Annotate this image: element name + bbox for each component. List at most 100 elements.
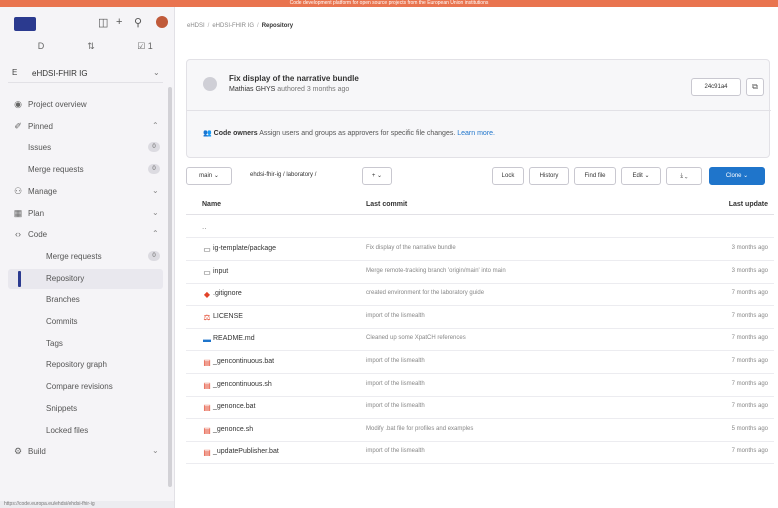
sidebar-item-project-overview[interactable]: ◉ Project overview <box>8 95 163 115</box>
table-row[interactable]: ◆ .gitignore created environment for the l… <box>186 283 774 307</box>
folder-icon: ▭ <box>203 267 211 277</box>
commit-message-link[interactable]: created environment for the laboratory g… <box>366 290 484 296</box>
sidebar-item-plan[interactable]: ▦ Plan ⌄ <box>8 204 163 224</box>
commit-message-link[interactable]: Cleaned up some XpatCH references <box>366 335 466 341</box>
sidebar-item-compare-revisions[interactable]: Compare revisions <box>8 377 163 397</box>
table-row[interactable]: ▭ input Merge remote-tracking branch 'orig… <box>186 261 774 284</box>
project-switcher[interactable]: E eHDSI-FHIR IG ⌄ <box>8 65 163 83</box>
sidebar-item-repository-graph[interactable]: Repository graph <box>8 355 163 375</box>
add-file-button[interactable]: + ⌄ <box>362 167 392 185</box>
sidebar-item-label: Locked files <box>46 425 89 435</box>
breadcrumb-project[interactable]: eHDSI-FHIR IG <box>212 23 254 29</box>
md-icon: ▬ <box>203 335 211 345</box>
commit-message-link[interactable]: import of the lismealth <box>366 313 425 319</box>
chevron-icon: ⌄ <box>152 207 159 217</box>
search-icon[interactable]: ⚲ <box>134 16 142 29</box>
file-name-link[interactable]: LICENSE <box>213 313 243 320</box>
commit-sha-button[interactable]: 24c91a4 <box>691 78 741 96</box>
sidebar-item-merge-requests[interactable]: Merge requests 0 <box>8 247 163 267</box>
last-update-time: 7 months ago <box>731 358 768 364</box>
commit-message-link[interactable]: import of the lismealth <box>366 403 425 409</box>
table-row[interactable]: ▤ _gencontinuous.sh import of the lismealt… <box>186 374 774 397</box>
sidebar-item-branches[interactable]: Branches <box>8 290 163 310</box>
project-name: eHDSI-FHIR IG <box>32 69 88 78</box>
git-icon: ◆ <box>203 290 211 300</box>
sidebar-item-commits[interactable]: Commits <box>8 312 163 332</box>
todo-count-button[interactable]: ☑ 1 <box>126 37 164 55</box>
parent-dir-link[interactable]: .. <box>202 222 206 231</box>
history-button[interactable]: History <box>529 167 569 185</box>
commit-message-link[interactable]: Modify .bat file for profiles and exampl… <box>366 426 473 432</box>
branch-selector[interactable]: main ⌄ <box>186 167 232 185</box>
learn-more-link[interactable]: Learn more. <box>457 130 495 137</box>
sidebar-item-manage[interactable]: ⚇ Manage ⌄ <box>8 182 163 202</box>
table-row[interactable]: ▤ _genonce.sh Modify .bat file for profile… <box>186 419 774 442</box>
parent-dir-row[interactable]: .. <box>186 215 774 238</box>
chevron-icon: ⌄ <box>152 185 159 195</box>
sidebar-item-build[interactable]: ⚙ Build ⌄ <box>8 442 163 462</box>
issues-count-button[interactable]: D <box>22 37 60 55</box>
user-avatar[interactable] <box>156 16 168 28</box>
repo-path[interactable]: ehdsi-fhir-ig / laboratory / <box>250 172 316 178</box>
file-name-link[interactable]: README.md <box>213 335 255 342</box>
edit-dropdown[interactable]: Edit ⌄ <box>621 167 661 185</box>
file-icon: ▤ <box>203 380 211 390</box>
sidebar-item-label: Merge requests <box>28 165 84 175</box>
plan-icon: ▦ <box>13 207 23 218</box>
clone-button[interactable]: Clone ⌄ <box>709 167 765 185</box>
lock-button[interactable]: Lock <box>492 167 524 185</box>
sidebar-item-issues[interactable]: Issues 0 <box>8 138 163 158</box>
new-item-icon[interactable]: + <box>116 16 122 28</box>
breadcrumb-group[interactable]: eHDSI <box>187 23 205 29</box>
last-update-time: 3 months ago <box>731 267 768 274</box>
sidebar-item-label: Compare revisions <box>46 382 113 392</box>
commit-author-avatar[interactable] <box>203 77 217 91</box>
table-row[interactable]: ▤ _genonce.bat import of the lismealth 7 mo… <box>186 396 774 420</box>
table-row[interactable]: ▬ README.md Cleaned up some XpatCH referen… <box>186 328 774 352</box>
divider <box>187 110 771 111</box>
commit-message-link[interactable]: import of the lismealth <box>366 448 425 454</box>
file-name-link[interactable]: _genonce.sh <box>213 426 253 433</box>
commit-title[interactable]: Fix display of the narrative bundle <box>229 74 359 83</box>
sidebar-item-snippets[interactable]: Snippets <box>8 399 163 419</box>
chevron-icon: ⌃ <box>152 120 159 130</box>
last-commit-card: Fix display of the narrative bundle Math… <box>186 59 771 158</box>
sidebar-item-code[interactable]: ‹› Code ⌃ <box>8 225 163 245</box>
file-name-link[interactable]: _gencontinuous.sh <box>213 381 272 388</box>
commit-message-link[interactable]: Merge remote-tracking branch 'origin/mai… <box>366 268 506 274</box>
table-row[interactable]: ▭ ig-template/package Fix display of the n… <box>186 238 774 261</box>
sidebar-top: ◫ + ⚲ <box>0 7 174 37</box>
column-last-update: Last update <box>728 201 768 208</box>
sidebar-item-repository[interactable]: Repository <box>8 268 163 289</box>
commit-message-link[interactable]: import of the lismealth <box>366 358 425 364</box>
find-file-button[interactable]: Find file <box>574 167 616 185</box>
brand-logo[interactable] <box>14 17 36 31</box>
sidebar-toggle-icon[interactable]: ◫ <box>98 16 108 29</box>
commit-message-link[interactable]: Fix display of the narrative bundle <box>366 245 456 251</box>
sidebar-item-label: Code <box>28 230 48 240</box>
code-icon: ‹› <box>15 229 21 240</box>
sidebar-item-merge-requests-pinned[interactable]: Merge requests 0 <box>8 160 163 180</box>
file-name-link[interactable]: input <box>213 268 228 275</box>
commit-author[interactable]: Mathias GHYS <box>229 86 275 93</box>
download-dropdown[interactable]: ⤓ ⌄ <box>666 167 702 185</box>
file-icon: ▤ <box>203 448 211 458</box>
sidebar-scrollbar[interactable] <box>168 87 172 487</box>
chevron-icon: ⌃ <box>152 229 159 239</box>
sidebar-item-pinned[interactable]: ✐ Pinned ⌃ <box>8 117 163 137</box>
commit-message-link[interactable]: import of the lismealth <box>366 381 425 387</box>
last-update-time: 7 months ago <box>731 312 768 319</box>
file-name-link[interactable]: _genonce.bat <box>213 403 255 410</box>
todo-count-icon: ☑ <box>137 41 146 51</box>
copy-icon[interactable]: ⧉ <box>746 78 764 96</box>
table-row[interactable]: ⚖ LICENSE import of the lismealth 7 months … <box>186 306 774 329</box>
merge-count-button[interactable]: ⇅ <box>72 37 110 55</box>
sidebar-item-locked-files[interactable]: Locked files <box>8 421 163 441</box>
file-name-link[interactable]: _updatePublisher.bat <box>213 448 279 455</box>
file-name-link[interactable]: ig-template/package <box>213 245 276 252</box>
table-row[interactable]: ▤ _updatePublisher.bat import of the lisme… <box>186 441 774 465</box>
file-name-link[interactable]: _gencontinuous.bat <box>213 358 274 365</box>
table-row[interactable]: ▤ _gencontinuous.bat import of the lismeal… <box>186 351 774 374</box>
sidebar-item-tags[interactable]: Tags <box>8 334 163 354</box>
file-name-link[interactable]: .gitignore <box>213 290 242 297</box>
